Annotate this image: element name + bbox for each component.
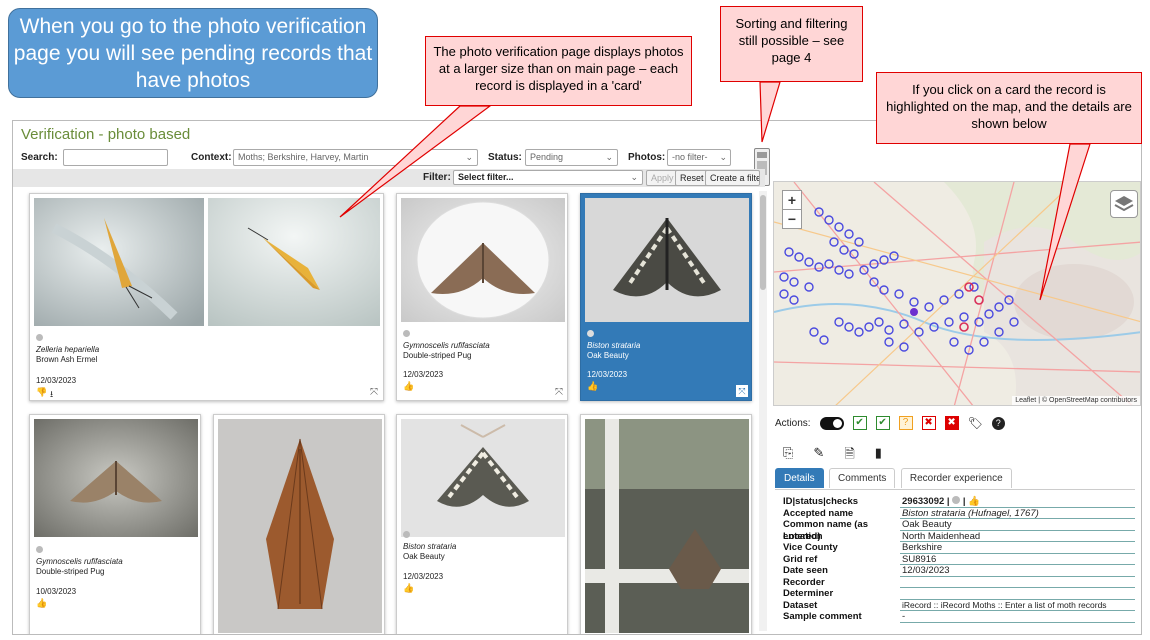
callout-arrows xyxy=(339,81,1091,301)
